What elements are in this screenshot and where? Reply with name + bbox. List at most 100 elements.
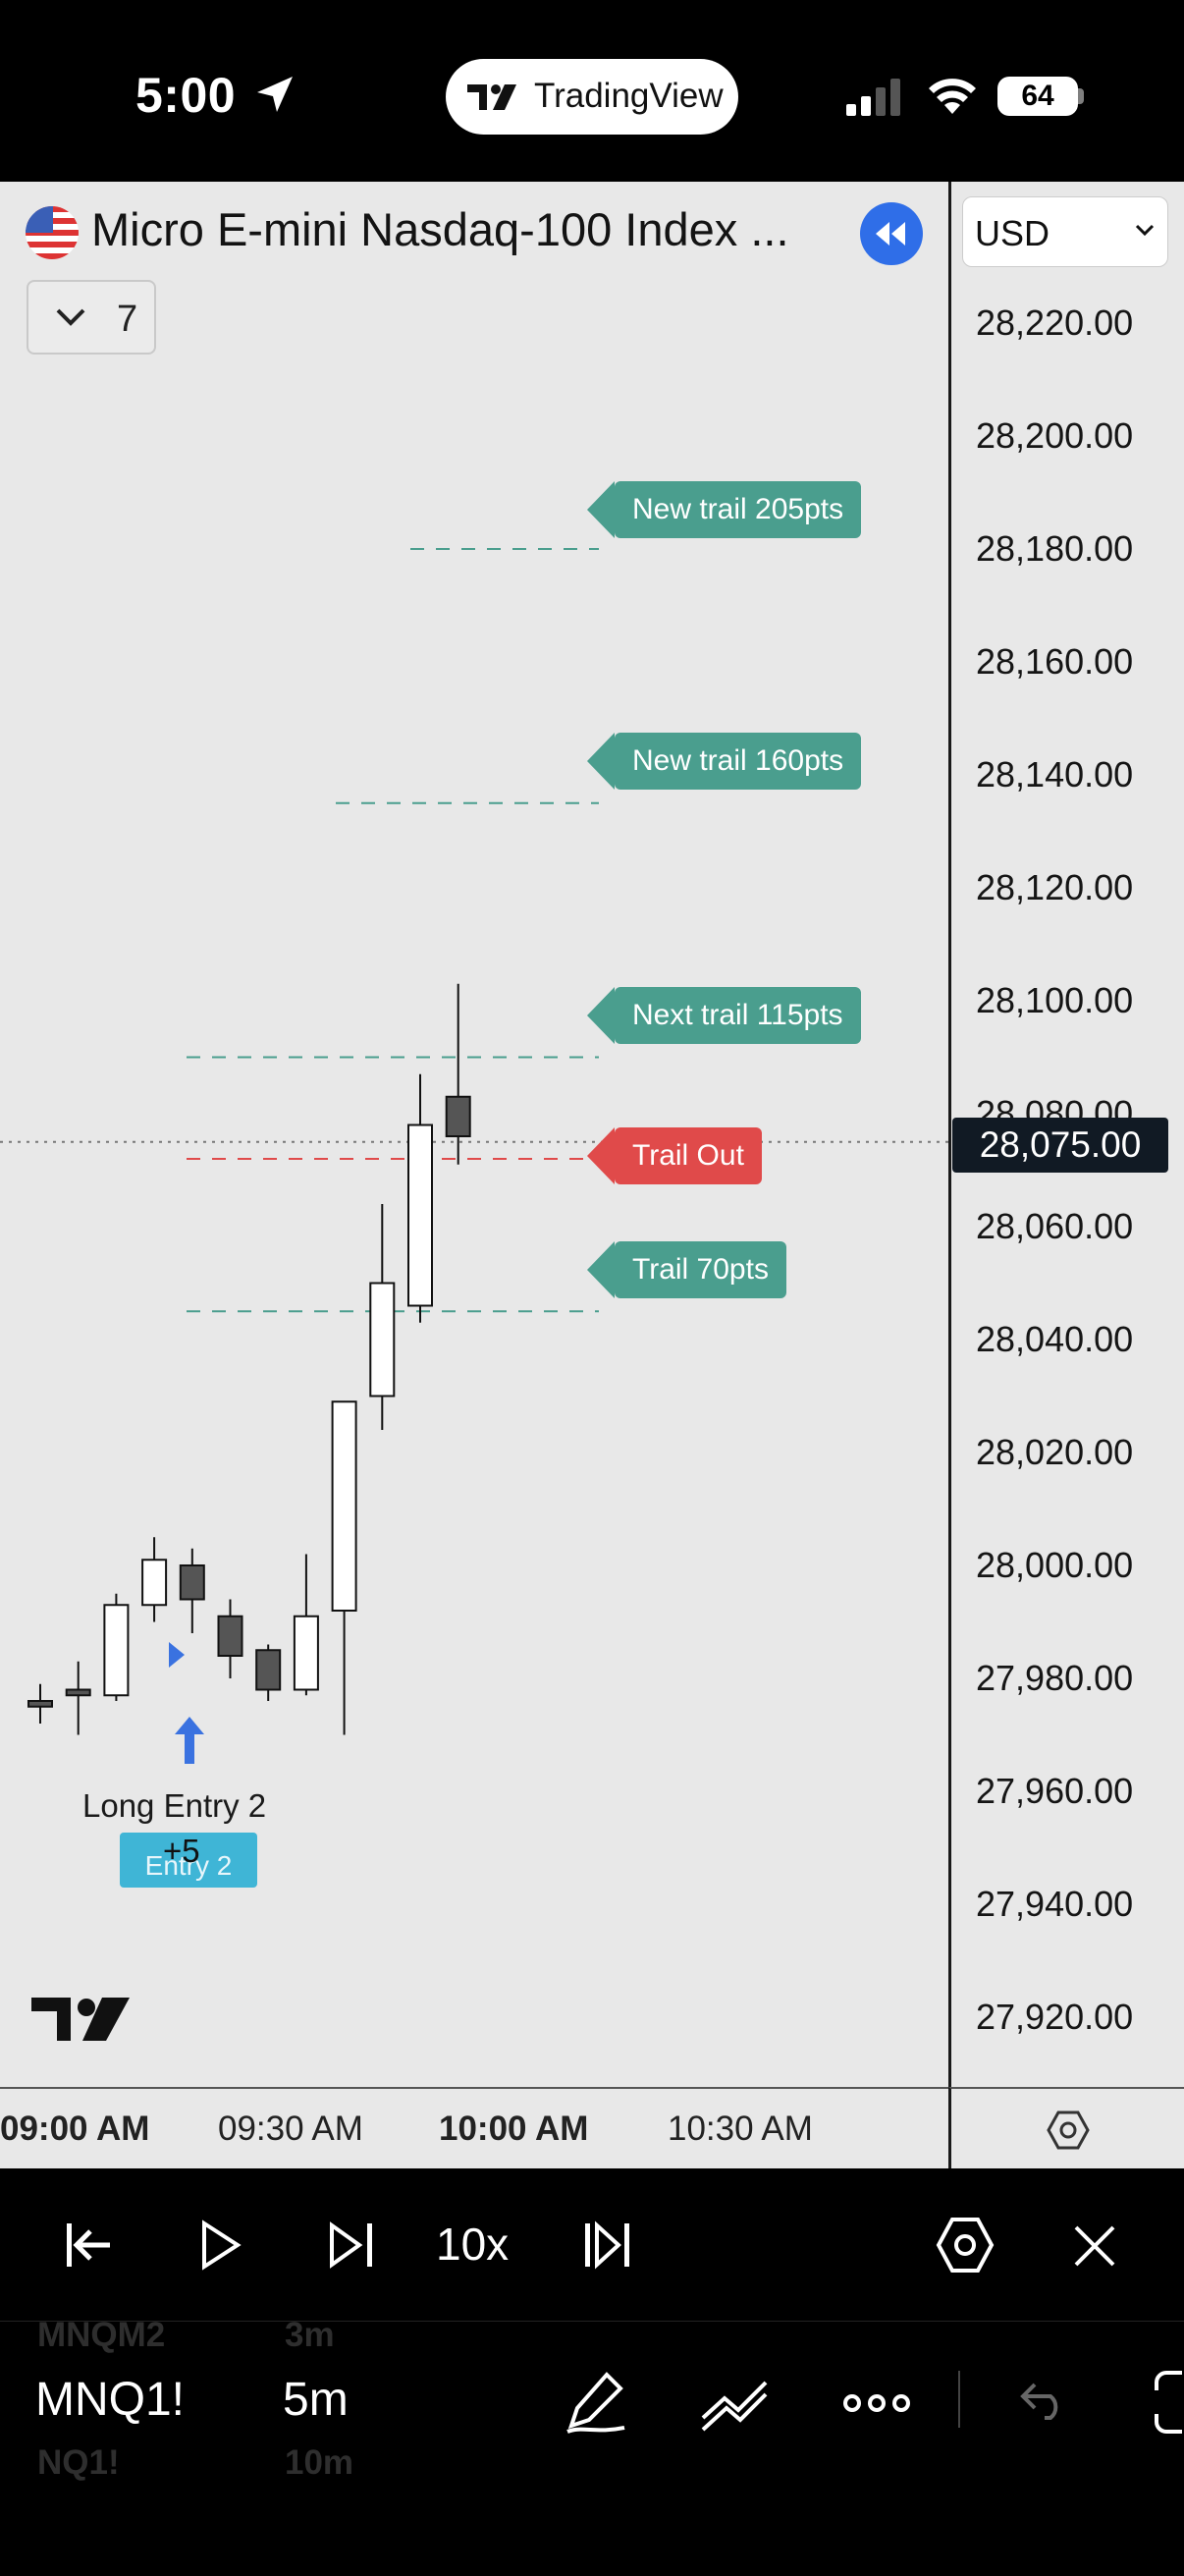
currency-value: USD [975, 213, 1050, 253]
symbol-picker[interactable]: MNQ1! [35, 2373, 185, 2427]
axis-settings-cell[interactable] [948, 2087, 1184, 2168]
indicators-collapse-button[interactable]: 7 [27, 280, 156, 355]
candle[interactable] [27, 1683, 53, 1724]
price-tick: 28,200.00 [976, 415, 1134, 456]
candle-body [141, 1559, 168, 1607]
rewind-button[interactable] [860, 202, 923, 265]
price-tick: 28,040.00 [976, 1319, 1134, 1359]
us-flag-icon [26, 206, 79, 259]
bottom-toolbar [0, 2321, 1184, 2576]
symbol-title[interactable]: Micro E-mini Nasdaq-100 Index ... [91, 202, 789, 256]
settings-hexagon-icon[interactable] [1045, 2107, 1092, 2154]
candle-body [255, 1649, 282, 1691]
indicator-count: 7 [117, 299, 138, 340]
tag-pointer [587, 733, 615, 790]
candle[interactable] [445, 983, 471, 1165]
step-forward-icon[interactable] [324, 2218, 379, 2273]
candle[interactable] [179, 1548, 205, 1633]
symbol-picker-prev[interactable]: MNQM2 [37, 2316, 165, 2355]
long-arrow-up-icon [175, 1717, 204, 1764]
candle-body [65, 1688, 91, 1697]
chevron-down-icon [1135, 224, 1155, 237]
tag-pointer [587, 1241, 615, 1298]
app-pill[interactable]: TradingView [446, 59, 738, 135]
trail-70-tag[interactable]: Trail 70pts [615, 1241, 786, 1298]
symbol-picker-next[interactable]: NQ1! [37, 2443, 120, 2483]
time-tick: 10:30 AM [668, 2110, 813, 2148]
candle[interactable] [255, 1644, 282, 1702]
time-tick: 09:30 AM [218, 2110, 363, 2148]
interval-picker-prev[interactable]: 3m [285, 2316, 335, 2355]
entry-marker-icon [169, 1642, 185, 1668]
jump-to-start-icon[interactable] [61, 2218, 116, 2273]
trail-out-tag[interactable]: Trail Out [615, 1127, 762, 1184]
price-tick: 28,000.00 [976, 1545, 1134, 1585]
candle-body [27, 1700, 53, 1708]
candle[interactable] [407, 1073, 433, 1323]
candle[interactable] [369, 1204, 396, 1430]
candle-body [217, 1615, 243, 1657]
price-tick: 28,180.00 [976, 528, 1134, 569]
candle-body [445, 1095, 471, 1137]
price-tick: 28,100.00 [976, 980, 1134, 1020]
price-tick: 28,160.00 [976, 641, 1134, 682]
fullscreen-icon[interactable] [1153, 2369, 1184, 2436]
toolbar-divider [958, 2371, 960, 2428]
price-tick: 27,980.00 [976, 1658, 1134, 1698]
location-arrow-icon [257, 77, 293, 112]
more-options-icon[interactable] [842, 2388, 911, 2418]
battery-tip [1078, 88, 1084, 104]
tag-pointer [587, 481, 615, 538]
current-price-label: 28,075.00 [952, 1118, 1168, 1173]
next-trail-115-tag[interactable]: Next trail 115pts [615, 987, 861, 1044]
tradingview-logo-icon [467, 84, 516, 110]
price-tick: 28,140.00 [976, 754, 1134, 795]
price-tick: 27,920.00 [976, 1997, 1134, 2037]
candle-body [293, 1615, 319, 1691]
pencil-draw-icon[interactable] [562, 2369, 630, 2438]
price-tick: 28,020.00 [976, 1432, 1134, 1472]
tag-pointer [587, 1127, 615, 1184]
price-tick: 27,940.00 [976, 1884, 1134, 1924]
cellular-signal-icon [846, 79, 900, 116]
replay-speed-button[interactable]: 10x [436, 2218, 509, 2271]
price-tick: 28,120.00 [976, 867, 1134, 907]
wifi-icon [929, 79, 976, 114]
clock: 5:00 [135, 68, 237, 123]
candle-body [369, 1282, 396, 1398]
candle[interactable] [65, 1661, 91, 1735]
battery-indicator: 64 [997, 77, 1078, 116]
candle-body [407, 1124, 433, 1307]
candle[interactable] [331, 1400, 357, 1735]
price-tick: 28,060.00 [976, 1206, 1134, 1246]
tradingview-watermark-icon [31, 1998, 130, 2041]
time-tick: 10:00 AM [439, 2110, 589, 2148]
candle[interactable] [103, 1593, 130, 1701]
entry-quantity: +5 [163, 1833, 200, 1869]
new-trail-205-tag[interactable]: New trail 205pts [615, 481, 862, 538]
currency-select[interactable]: USD [962, 196, 1168, 267]
candle-body [331, 1400, 357, 1612]
price-tick: 27,960.00 [976, 1771, 1134, 1811]
play-icon[interactable] [192, 2218, 247, 2273]
trendline-tools-icon[interactable] [699, 2375, 770, 2434]
candle[interactable] [217, 1599, 243, 1679]
interval-picker-next[interactable]: 10m [285, 2443, 353, 2483]
candle-body [103, 1604, 130, 1697]
candle[interactable] [293, 1554, 319, 1696]
interval-picker[interactable]: 5m [283, 2373, 349, 2427]
price-tick: 28,220.00 [976, 302, 1134, 343]
tag-pointer [587, 987, 615, 1044]
time-tick: 09:00 AM [0, 2110, 150, 2148]
signal-label: Long Entry 2 [82, 1787, 267, 1824]
jump-to-realtime-icon[interactable] [581, 2218, 636, 2273]
replay-settings-icon[interactable] [935, 2216, 996, 2275]
rewind-icon [876, 222, 905, 246]
candle-body [179, 1564, 205, 1601]
new-trail-160-tag[interactable]: New trail 160pts [615, 733, 862, 790]
app-pill-label: TradingView [534, 77, 724, 115]
close-icon[interactable] [1070, 2221, 1119, 2271]
undo-icon[interactable] [1017, 2379, 1068, 2422]
chevron-down-icon [56, 308, 85, 326]
candle[interactable] [141, 1537, 168, 1622]
